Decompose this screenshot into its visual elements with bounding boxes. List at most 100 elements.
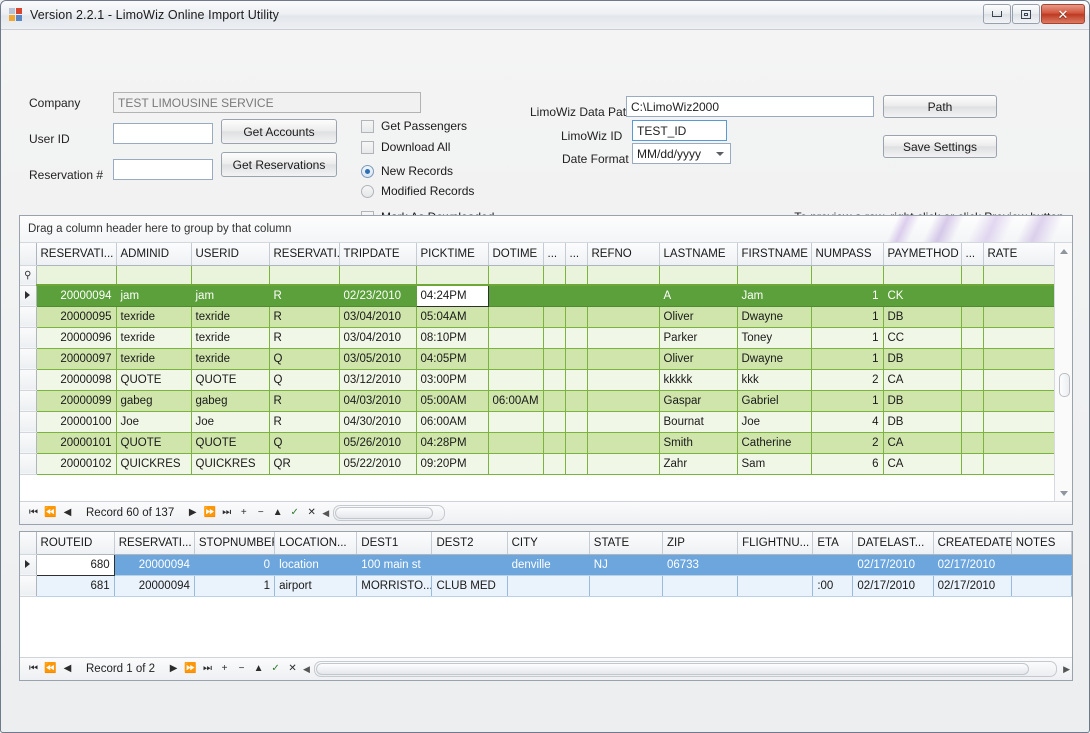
table-cell[interactable] [737,554,814,576]
cancel-edit-button[interactable]: ✕ [284,660,301,678]
table-cell[interactable] [543,411,566,433]
table-row[interactable]: 680 20000094 0 location 100 main st denville N… [20,553,1072,576]
column-header[interactable]: ... [961,243,984,266]
table-cell[interactable] [565,348,588,370]
table-cell[interactable]: Joe [116,411,192,433]
table-cell[interactable]: DB [883,411,962,433]
filter-cell[interactable] [737,265,812,286]
table-cell[interactable]: 06733 [662,554,739,576]
column-header[interactable]: TRIPDATE [339,243,417,266]
column-header[interactable]: ETA [812,532,854,555]
path-button[interactable]: Path [883,95,997,118]
table-cell[interactable]: 1 [811,390,884,412]
filter-cell[interactable] [269,265,340,286]
first-record-button[interactable]: ⏮ [25,504,42,522]
prev-page-button[interactable]: ⏪ [42,504,59,522]
table-cell[interactable]: MORRISTO... [356,575,433,597]
table-cell[interactable]: QUOTE [116,369,192,391]
table-cell[interactable]: 04:05PM [416,348,489,370]
table-cell[interactable]: gabeg [191,390,270,412]
table-row[interactable]: 20000100 Joe Joe R 04/30/2010 06:00AM Bournat J… [20,411,1055,433]
column-header[interactable]: DATELAST... [852,532,934,555]
table-cell[interactable]: 681 [36,575,115,597]
download-all-checkbox[interactable]: Download All [361,140,450,154]
table-row[interactable]: 20000102 QUICKRES QUICKRES QR 05/22/2010 09:2… [20,453,1055,475]
table-cell[interactable] [587,285,660,307]
table-cell[interactable]: denville [507,554,590,576]
row-indicator[interactable] [20,285,37,307]
table-row[interactable]: 20000097 texride texride Q 03/05/2010 04:05PM… [20,348,1055,370]
column-header[interactable]: FLIGHTNU... [737,532,814,555]
table-cell[interactable] [983,306,1055,328]
table-cell[interactable] [565,390,588,412]
scroll-right-icon[interactable]: ▶ [1061,664,1072,675]
table-cell[interactable]: 03/04/2010 [339,327,417,349]
table-row[interactable]: 20000094 jam jam R 02/23/2010 04:24PM A Jam 1 CK [20,284,1055,307]
column-header[interactable]: PAYMETHOD [883,243,962,266]
table-cell[interactable]: R [269,327,340,349]
table-cell[interactable]: jam [191,285,270,307]
table-cell[interactable]: QUOTE [191,369,270,391]
row-indicator[interactable] [20,554,37,576]
table-cell[interactable]: Parker [659,327,738,349]
table-cell[interactable] [488,369,544,391]
table-cell[interactable] [543,327,566,349]
table-cell[interactable] [543,306,566,328]
table-cell[interactable]: 1 [811,285,884,307]
column-header[interactable]: RATE [983,243,1055,266]
filter-cell[interactable] [339,265,417,286]
table-cell[interactable] [961,390,984,412]
column-header[interactable]: FIRSTNAME [737,243,812,266]
table-cell[interactable]: R [269,306,340,328]
table-cell[interactable]: A [659,285,738,307]
table-cell[interactable] [488,306,544,328]
table-cell[interactable]: Sam [737,453,812,475]
table-cell[interactable]: 05/22/2010 [339,453,417,475]
table-cell[interactable] [565,306,588,328]
table-cell[interactable]: texride [191,348,270,370]
table-cell[interactable]: Oliver [659,306,738,328]
filter-cell[interactable] [488,265,544,286]
row-indicator[interactable] [20,306,37,328]
first-record-button[interactable]: ⏮ [25,660,42,678]
table-cell[interactable]: Gaspar [659,390,738,412]
table-cell[interactable]: texride [191,306,270,328]
table-cell[interactable] [565,369,588,391]
filter-cell[interactable] [659,265,738,286]
table-cell[interactable]: 06:00AM [488,390,544,412]
table-cell[interactable] [488,411,544,433]
table-cell[interactable]: kkk [737,369,812,391]
filter-cell[interactable] [36,265,117,286]
table-row[interactable]: 20000101 QUOTE QUOTE Q 05/26/2010 04:28PM Smit… [20,432,1055,454]
table-cell[interactable] [587,369,660,391]
table-cell[interactable]: 03/05/2010 [339,348,417,370]
table-cell[interactable] [1011,575,1072,597]
commit-button[interactable]: ✓ [267,660,284,678]
scroll-up-icon[interactable] [1055,243,1072,260]
column-header[interactable]: DEST2 [431,532,508,555]
filter-cell[interactable] [565,265,588,286]
column-header[interactable]: CREATEDATE [933,532,1012,555]
table-cell[interactable]: 100 main st [356,554,433,576]
row-indicator[interactable] [20,575,37,597]
filter-row[interactable]: ⚲ [20,265,1055,286]
next-page-button[interactable]: ⏩ [182,660,199,678]
column-header[interactable]: LOCATION... [274,532,358,555]
table-cell[interactable] [565,432,588,454]
table-cell[interactable]: CA [883,369,962,391]
group-by-bar[interactable]: Drag a column header here to group by th… [20,216,1072,243]
filter-cell[interactable] [116,265,192,286]
reservations-horizontal-scrollbar[interactable] [333,505,446,521]
table-cell[interactable]: texride [191,327,270,349]
table-cell[interactable]: airport [274,575,358,597]
limowizid-input[interactable] [632,120,727,141]
table-row[interactable]: 20000095 texride texride R 03/04/2010 05:04AM… [20,306,1055,328]
table-cell[interactable] [587,390,660,412]
table-cell[interactable]: 2 [811,432,884,454]
table-cell[interactable] [961,306,984,328]
table-cell[interactable] [587,432,660,454]
table-cell[interactable] [565,327,588,349]
table-cell[interactable]: Dwayne [737,306,812,328]
table-cell[interactable]: Gabriel [737,390,812,412]
table-cell[interactable] [488,327,544,349]
